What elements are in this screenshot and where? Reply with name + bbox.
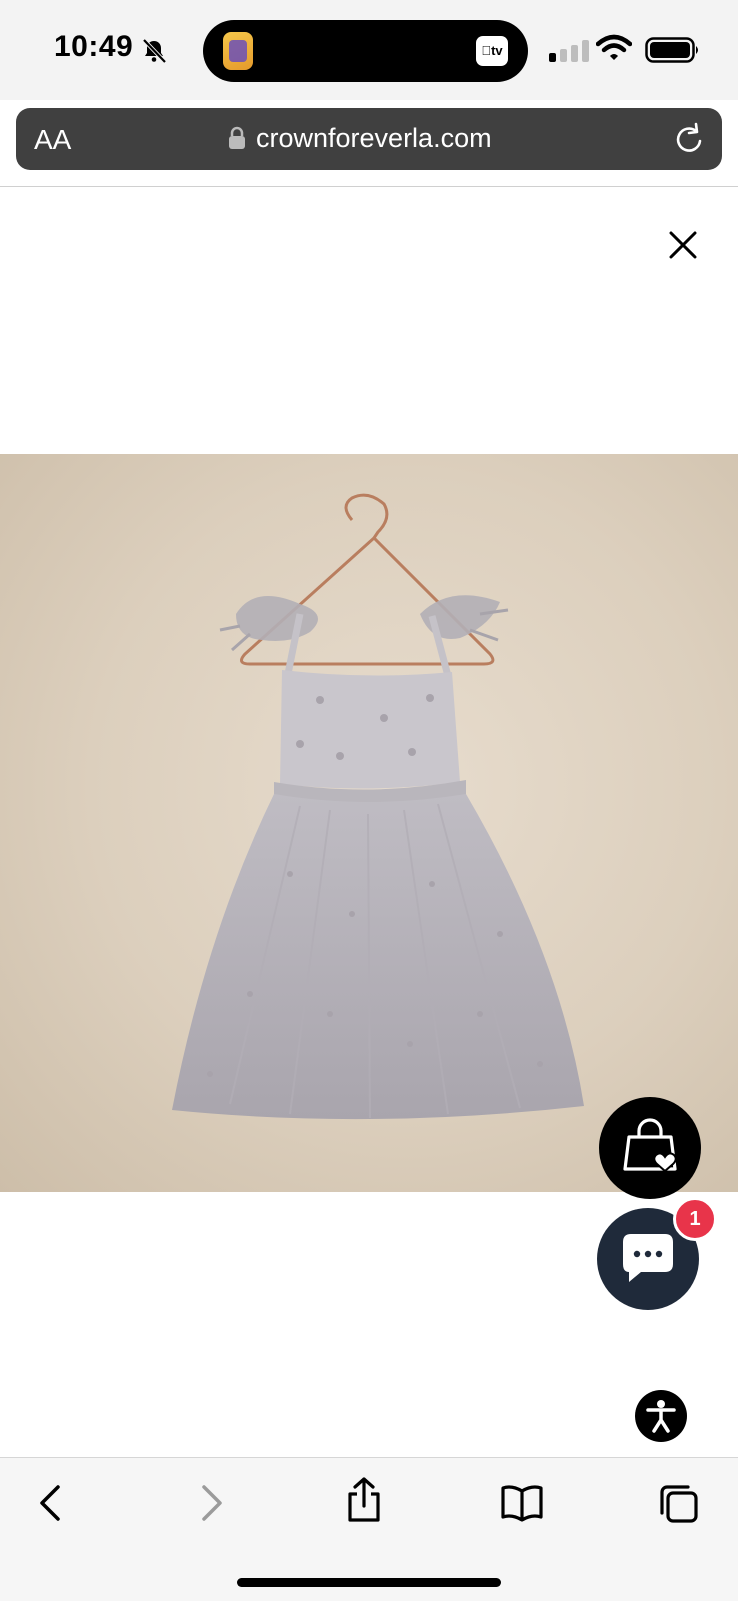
accessibility-button[interactable] <box>635 1390 687 1442</box>
dress-illustration <box>172 493 584 1120</box>
bell-muted-icon <box>142 38 167 64</box>
home-indicator[interactable] <box>237 1578 501 1587</box>
product-image <box>0 454 738 1192</box>
apple-tv-icon: tv <box>476 36 508 66</box>
cellular-signal-icon <box>549 40 589 62</box>
url-text[interactable]: crownforeverla.com <box>256 123 492 154</box>
dynamic-island[interactable]: tv <box>203 20 528 82</box>
text-size-button[interactable]: AA <box>34 124 71 156</box>
close-icon[interactable] <box>664 226 702 264</box>
status-bar: 10:49 tv <box>0 0 738 100</box>
lock-icon <box>229 126 245 149</box>
wifi-icon <box>596 34 632 60</box>
battery-icon <box>645 37 698 63</box>
status-time: 10:49 <box>54 30 134 63</box>
share-icon[interactable] <box>344 1476 384 1524</box>
forward-icon[interactable] <box>196 1483 226 1523</box>
shopping-bag-heart-icon <box>623 1118 677 1173</box>
address-bar[interactable]: AA crownforeverla.com <box>16 108 722 170</box>
accessibility-icon <box>646 1400 676 1433</box>
bookmarks-icon[interactable] <box>500 1483 544 1523</box>
chat-unread-badge: 1 <box>673 1197 717 1241</box>
live-activity-app-icon <box>223 32 253 70</box>
wishlist-shop-button[interactable] <box>599 1097 701 1199</box>
back-icon[interactable] <box>36 1483 66 1523</box>
tabs-icon[interactable] <box>658 1483 700 1525</box>
reload-icon[interactable] <box>674 122 706 156</box>
address-bar-divider <box>0 186 738 187</box>
